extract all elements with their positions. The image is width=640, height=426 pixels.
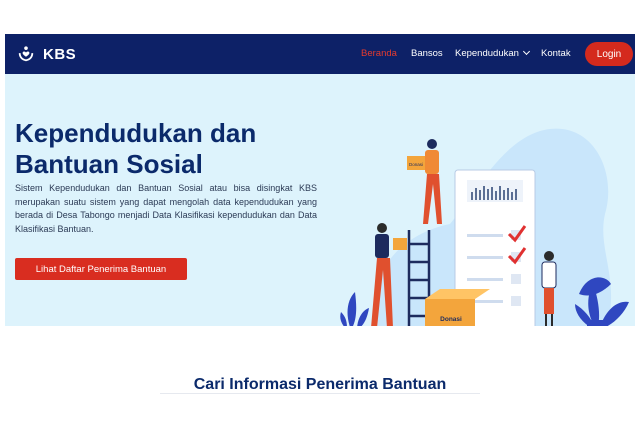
donation-box-label: Donasi — [440, 316, 462, 323]
plant-left — [340, 292, 369, 326]
nav-item-beranda[interactable]: Beranda — [361, 48, 397, 59]
nav-item-kependudukan-label: Kependudukan — [455, 48, 519, 59]
person-left — [371, 223, 407, 326]
hero-title-line-1: Kependudukan dan — [15, 118, 257, 148]
plant-pot — [587, 320, 605, 326]
chevron-down-icon — [522, 47, 530, 56]
hero-title-line-2: Bantuan Sosial — [15, 149, 203, 179]
section-title: Cari Informasi Penerima Bantuan — [193, 376, 447, 393]
view-recipients-button[interactable]: Lihat Daftar Penerima Bantuan — [15, 258, 187, 280]
person-top: Donasi — [407, 139, 442, 224]
hero-title: Kependudukan dan Bantuan Sosial — [15, 118, 315, 180]
nav-item-kependudukan[interactable]: Kependudukan — [455, 47, 530, 59]
brand-name: KBS — [43, 45, 77, 63]
brand-logo[interactable]: KBS — [17, 44, 76, 64]
small-box-label: Donasi — [409, 162, 423, 167]
login-button[interactable]: Login — [585, 42, 633, 66]
section-divider — [160, 393, 480, 394]
hands-heart-icon — [18, 46, 34, 62]
plant-right — [575, 277, 629, 326]
hero-illustration: Donasi Donasi — [340, 139, 629, 326]
person-right — [541, 251, 557, 326]
page-frame: KBS Beranda Bansos Kependudukan Kontak L… — [5, 34, 635, 326]
nav-item-kontak[interactable]: Kontak — [541, 48, 571, 59]
nav-item-bansos[interactable]: Bansos — [411, 48, 443, 59]
navbar: KBS Beranda Bansos Kependudukan Kontak L… — [5, 34, 635, 74]
hero-description: Sistem Kependudukan dan Bantuan Sosial a… — [15, 183, 317, 235]
